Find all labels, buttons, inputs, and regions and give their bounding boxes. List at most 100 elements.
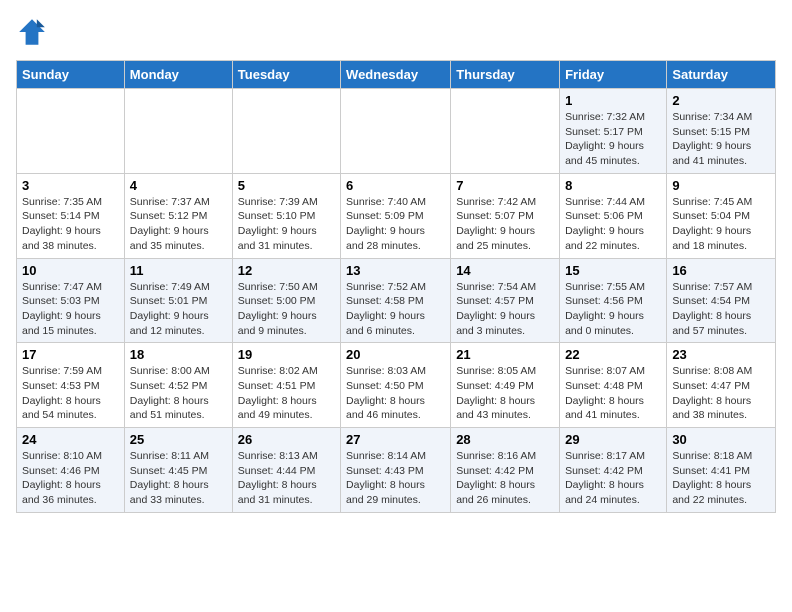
week-row-4: 17 Sunrise: 7:59 AMSunset: 4:53 PMDayligh…: [17, 343, 776, 428]
day-number: 8: [565, 178, 661, 193]
day-info: Sunrise: 7:34 AMSunset: 5:15 PMDaylight:…: [672, 110, 770, 169]
day-info: Sunrise: 7:54 AMSunset: 4:57 PMDaylight:…: [456, 280, 554, 339]
day-cell: [17, 89, 125, 174]
day-number: 9: [672, 178, 770, 193]
day-info: Sunrise: 7:42 AMSunset: 5:07 PMDaylight:…: [456, 195, 554, 254]
day-number: 15: [565, 263, 661, 278]
calendar-table: SundayMondayTuesdayWednesdayThursdayFrid…: [16, 60, 776, 513]
day-number: 11: [130, 263, 227, 278]
day-number: 22: [565, 347, 661, 362]
day-cell: 28 Sunrise: 8:16 AMSunset: 4:42 PMDayligh…: [451, 428, 560, 513]
day-number: 13: [346, 263, 445, 278]
day-cell: 14 Sunrise: 7:54 AMSunset: 4:57 PMDayligh…: [451, 258, 560, 343]
day-cell: 9 Sunrise: 7:45 AMSunset: 5:04 PMDaylight…: [667, 173, 776, 258]
day-info: Sunrise: 7:52 AMSunset: 4:58 PMDaylight:…: [346, 280, 445, 339]
day-info: Sunrise: 8:00 AMSunset: 4:52 PMDaylight:…: [130, 364, 227, 423]
week-row-5: 24 Sunrise: 8:10 AMSunset: 4:46 PMDayligh…: [17, 428, 776, 513]
day-info: Sunrise: 8:16 AMSunset: 4:42 PMDaylight:…: [456, 449, 554, 508]
day-number: 17: [22, 347, 119, 362]
day-cell: [451, 89, 560, 174]
day-info: Sunrise: 8:13 AMSunset: 4:44 PMDaylight:…: [238, 449, 335, 508]
day-cell: 8 Sunrise: 7:44 AMSunset: 5:06 PMDaylight…: [560, 173, 667, 258]
day-number: 26: [238, 432, 335, 447]
day-info: Sunrise: 7:32 AMSunset: 5:17 PMDaylight:…: [565, 110, 661, 169]
day-number: 23: [672, 347, 770, 362]
day-cell: 29 Sunrise: 8:17 AMSunset: 4:42 PMDayligh…: [560, 428, 667, 513]
day-cell: 21 Sunrise: 8:05 AMSunset: 4:49 PMDayligh…: [451, 343, 560, 428]
day-cell: 25Sunrise: 8:11 AMSunset: 4:45 PMDayligh…: [124, 428, 232, 513]
day-cell: 24 Sunrise: 8:10 AMSunset: 4:46 PMDayligh…: [17, 428, 125, 513]
day-cell: 12 Sunrise: 7:50 AMSunset: 5:00 PMDayligh…: [232, 258, 340, 343]
day-info: Sunrise: 7:49 AMSunset: 5:01 PMDaylight:…: [130, 280, 227, 339]
day-info: Sunrise: 7:57 AMSunset: 4:54 PMDaylight:…: [672, 280, 770, 339]
day-number: 4: [130, 178, 227, 193]
header-row: SundayMondayTuesdayWednesdayThursdayFrid…: [17, 61, 776, 89]
day-cell: 1 Sunrise: 7:32 AMSunset: 5:17 PMDaylight…: [560, 89, 667, 174]
day-number: 30: [672, 432, 770, 447]
day-cell: [232, 89, 340, 174]
day-info: Sunrise: 8:10 AMSunset: 4:46 PMDaylight:…: [22, 449, 119, 508]
week-row-3: 10 Sunrise: 7:47 AMSunset: 5:03 PMDayligh…: [17, 258, 776, 343]
day-cell: 17 Sunrise: 7:59 AMSunset: 4:53 PMDayligh…: [17, 343, 125, 428]
day-number: 5: [238, 178, 335, 193]
day-number: 14: [456, 263, 554, 278]
day-cell: 18Sunrise: 8:00 AMSunset: 4:52 PMDayligh…: [124, 343, 232, 428]
day-number: 1: [565, 93, 661, 108]
logo: [16, 16, 52, 48]
day-number: 27: [346, 432, 445, 447]
day-number: 29: [565, 432, 661, 447]
day-number: 16: [672, 263, 770, 278]
day-cell: 30Sunrise: 8:18 AMSunset: 4:41 PMDayligh…: [667, 428, 776, 513]
day-info: Sunrise: 7:40 AMSunset: 5:09 PMDaylight:…: [346, 195, 445, 254]
day-info: Sunrise: 7:37 AMSunset: 5:12 PMDaylight:…: [130, 195, 227, 254]
day-info: Sunrise: 8:08 AMSunset: 4:47 PMDaylight:…: [672, 364, 770, 423]
day-cell: [124, 89, 232, 174]
day-cell: 22 Sunrise: 8:07 AMSunset: 4:48 PMDayligh…: [560, 343, 667, 428]
day-number: 12: [238, 263, 335, 278]
day-number: 3: [22, 178, 119, 193]
day-number: 10: [22, 263, 119, 278]
header-cell-wednesday: Wednesday: [341, 61, 451, 89]
day-info: Sunrise: 8:05 AMSunset: 4:49 PMDaylight:…: [456, 364, 554, 423]
day-info: Sunrise: 7:45 AMSunset: 5:04 PMDaylight:…: [672, 195, 770, 254]
header-cell-sunday: Sunday: [17, 61, 125, 89]
day-info: Sunrise: 7:35 AMSunset: 5:14 PMDaylight:…: [22, 195, 119, 254]
day-number: 21: [456, 347, 554, 362]
day-number: 24: [22, 432, 119, 447]
day-number: 28: [456, 432, 554, 447]
day-cell: 13 Sunrise: 7:52 AMSunset: 4:58 PMDayligh…: [341, 258, 451, 343]
day-info: Sunrise: 7:55 AMSunset: 4:56 PMDaylight:…: [565, 280, 661, 339]
day-cell: [341, 89, 451, 174]
day-number: 19: [238, 347, 335, 362]
day-info: Sunrise: 7:59 AMSunset: 4:53 PMDaylight:…: [22, 364, 119, 423]
header-cell-monday: Monday: [124, 61, 232, 89]
header-cell-friday: Friday: [560, 61, 667, 89]
day-number: 2: [672, 93, 770, 108]
logo-icon: [16, 16, 48, 48]
header-cell-saturday: Saturday: [667, 61, 776, 89]
week-row-1: 1 Sunrise: 7:32 AMSunset: 5:17 PMDaylight…: [17, 89, 776, 174]
week-row-2: 3 Sunrise: 7:35 AMSunset: 5:14 PMDaylight…: [17, 173, 776, 258]
day-cell: 15 Sunrise: 7:55 AMSunset: 4:56 PMDayligh…: [560, 258, 667, 343]
day-cell: 20 Sunrise: 8:03 AMSunset: 4:50 PMDayligh…: [341, 343, 451, 428]
day-cell: 23 Sunrise: 8:08 AMSunset: 4:47 PMDayligh…: [667, 343, 776, 428]
day-number: 20: [346, 347, 445, 362]
day-info: Sunrise: 8:03 AMSunset: 4:50 PMDaylight:…: [346, 364, 445, 423]
day-cell: 5Sunrise: 7:39 AMSunset: 5:10 PMDaylight…: [232, 173, 340, 258]
day-info: Sunrise: 7:44 AMSunset: 5:06 PMDaylight:…: [565, 195, 661, 254]
day-cell: 27 Sunrise: 8:14 AMSunset: 4:43 PMDayligh…: [341, 428, 451, 513]
day-info: Sunrise: 8:14 AMSunset: 4:43 PMDaylight:…: [346, 449, 445, 508]
day-cell: 19 Sunrise: 8:02 AMSunset: 4:51 PMDayligh…: [232, 343, 340, 428]
day-info: Sunrise: 8:07 AMSunset: 4:48 PMDaylight:…: [565, 364, 661, 423]
day-info: Sunrise: 8:17 AMSunset: 4:42 PMDaylight:…: [565, 449, 661, 508]
day-number: 25: [130, 432, 227, 447]
header-cell-tuesday: Tuesday: [232, 61, 340, 89]
day-cell: 2 Sunrise: 7:34 AMSunset: 5:15 PMDaylight…: [667, 89, 776, 174]
day-cell: 26 Sunrise: 8:13 AMSunset: 4:44 PMDayligh…: [232, 428, 340, 513]
day-number: 6: [346, 178, 445, 193]
day-number: 7: [456, 178, 554, 193]
day-info: Sunrise: 8:02 AMSunset: 4:51 PMDaylight:…: [238, 364, 335, 423]
day-cell: 4 Sunrise: 7:37 AMSunset: 5:12 PMDaylight…: [124, 173, 232, 258]
day-info: Sunrise: 7:50 AMSunset: 5:00 PMDaylight:…: [238, 280, 335, 339]
day-info: Sunrise: 7:47 AMSunset: 5:03 PMDaylight:…: [22, 280, 119, 339]
